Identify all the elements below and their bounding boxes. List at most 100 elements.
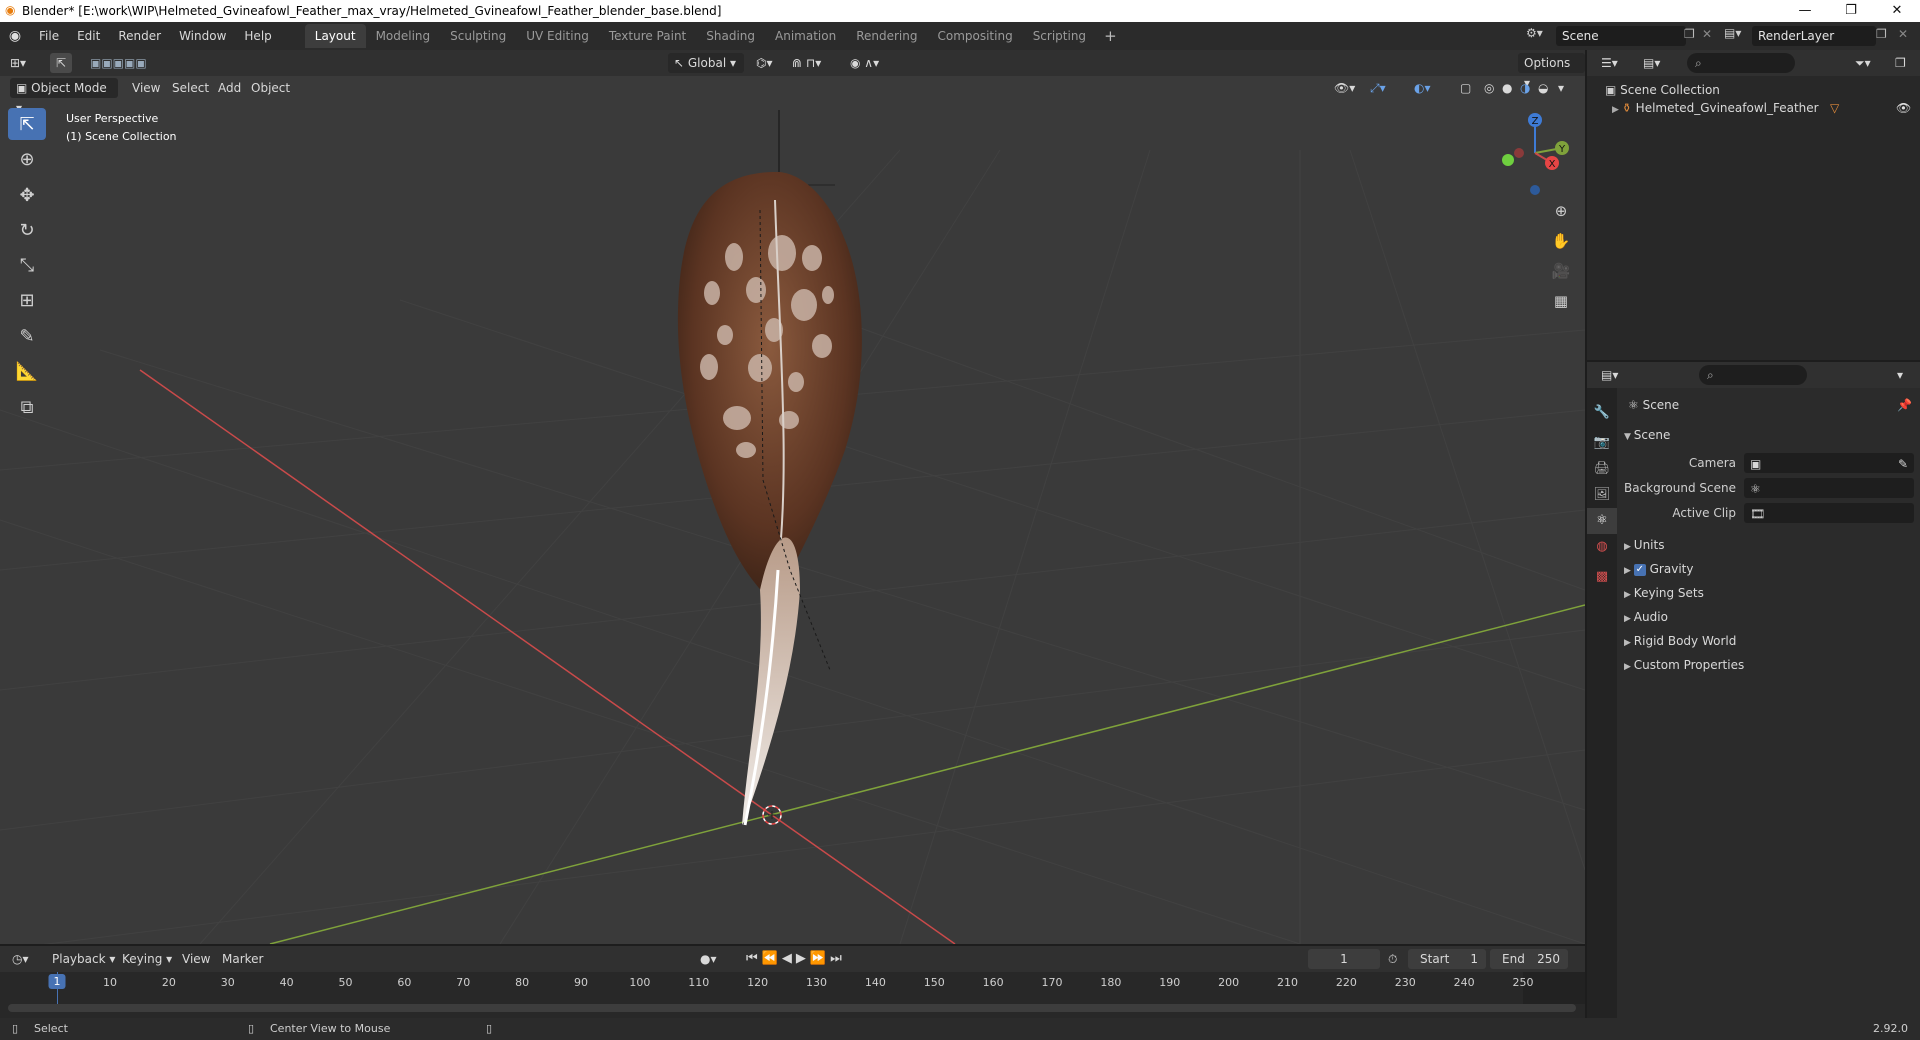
- material-shading-icon[interactable]: ◑: [1520, 78, 1530, 98]
- scene-panel-header[interactable]: ▼ Scene: [1620, 424, 1916, 446]
- eyedropper-icon[interactable]: ✎: [1898, 453, 1908, 475]
- annotate-tool[interactable]: ✎: [8, 320, 46, 352]
- scene-tab-icon[interactable]: ⚛: [1587, 508, 1617, 534]
- gravity-section[interactable]: ▶ ✓ Gravity: [1620, 558, 1916, 580]
- filter-icon[interactable]: ⏷▾: [1855, 53, 1871, 73]
- menu-help[interactable]: Help: [235, 23, 280, 49]
- properties-editor-type-icon[interactable]: ▤▾: [1601, 365, 1618, 385]
- minimize-button[interactable]: —: [1782, 0, 1828, 22]
- menu-select[interactable]: Select: [172, 78, 209, 98]
- tool-tab-icon[interactable]: 🔧: [1587, 400, 1617, 426]
- tab-animation[interactable]: Animation: [765, 24, 846, 48]
- menu-view[interactable]: View: [132, 78, 160, 98]
- tab-texture-paint[interactable]: Texture Paint: [599, 24, 696, 48]
- pin-icon[interactable]: 📌: [1897, 394, 1912, 416]
- display-mode-icon[interactable]: ▤▾: [1643, 53, 1660, 73]
- timeline-menu-view[interactable]: View: [182, 949, 210, 969]
- clock-icon[interactable]: ⏱: [1388, 949, 1397, 969]
- options-dropdown[interactable]: Options ▾: [1518, 53, 1585, 90]
- shading-options-icon[interactable]: ▾: [1558, 78, 1564, 98]
- add-cube-tool[interactable]: ⧉: [8, 391, 46, 423]
- outliner-editor-type-icon[interactable]: ☰▾: [1601, 53, 1618, 73]
- mode-dropdown[interactable]: ▣ Object Mode ▾: [10, 78, 118, 115]
- solid-shading-icon[interactable]: ●: [1502, 78, 1512, 98]
- delete-view-layer-icon[interactable]: ✕: [1898, 27, 1908, 41]
- tab-layout[interactable]: Layout: [304, 24, 366, 48]
- delete-scene-icon[interactable]: ✕: [1702, 27, 1712, 41]
- start-frame-field[interactable]: Start 1: [1408, 949, 1486, 969]
- menu-render[interactable]: Render: [109, 23, 170, 49]
- camera-view-icon[interactable]: 🎥: [1548, 256, 1574, 286]
- view-layer-tab-icon[interactable]: 🖼: [1587, 482, 1617, 508]
- end-frame-field[interactable]: End 250: [1490, 949, 1568, 969]
- rigid-body-world-section[interactable]: ▶ Rigid Body World: [1620, 630, 1916, 652]
- outliner-root-row[interactable]: ▣ Scene Collection: [1605, 80, 1915, 100]
- timeline-scrollbar[interactable]: [8, 1004, 1576, 1012]
- scene-selector-icon[interactable]: ⚙▾: [1526, 26, 1543, 40]
- overlay-toggle-icon[interactable]: ◐▾: [1414, 78, 1431, 98]
- new-scene-icon[interactable]: ❐: [1684, 27, 1695, 41]
- transform-tool[interactable]: ⊞: [8, 284, 46, 316]
- texture-tab-icon[interactable]: ▩: [1587, 564, 1617, 590]
- proportional-edit-icon[interactable]: ◉ ∧▾: [850, 53, 879, 73]
- current-frame-field[interactable]: 1: [1308, 949, 1380, 969]
- expand-arrow-icon[interactable]: ▶: [1612, 105, 1622, 115]
- visibility-icon[interactable]: 👁▾: [1334, 78, 1355, 98]
- tab-scripting[interactable]: Scripting: [1023, 24, 1096, 48]
- navigation-gizmo[interactable]: Z Y X: [1490, 108, 1580, 198]
- select-box-tool[interactable]: ⇱: [8, 108, 46, 140]
- background-scene-field[interactable]: ⚛: [1744, 478, 1914, 498]
- snap-icon[interactable]: ⋒ ⊓▾: [792, 53, 821, 73]
- selection-mode-icons[interactable]: ▣▣▣▣▣: [90, 53, 147, 73]
- rendered-shading-icon[interactable]: ◒: [1538, 78, 1548, 98]
- new-collection-icon[interactable]: ❐: [1895, 53, 1906, 73]
- pivot-icon[interactable]: ⌬▾: [756, 53, 773, 73]
- cursor-tool[interactable]: ⊕: [8, 143, 46, 175]
- render-tab-icon[interactable]: 📷: [1587, 430, 1617, 456]
- select-tool-icon[interactable]: ⇱: [50, 53, 72, 73]
- world-tab-icon[interactable]: ◍: [1587, 534, 1617, 560]
- active-clip-field[interactable]: 🎞: [1744, 503, 1914, 523]
- xray-icon[interactable]: ▢: [1460, 78, 1471, 98]
- menu-marker[interactable]: Marker: [222, 949, 263, 969]
- transform-orientation-dropdown[interactable]: ↖ Global ▾: [668, 53, 744, 73]
- maximize-button[interactable]: ❐: [1828, 0, 1874, 22]
- menu-window[interactable]: Window: [170, 23, 235, 49]
- new-view-layer-icon[interactable]: ❐: [1876, 27, 1887, 41]
- units-section[interactable]: ▶ Units: [1620, 534, 1916, 556]
- tab-uv-editing[interactable]: UV Editing: [516, 24, 599, 48]
- menu-object[interactable]: Object: [251, 78, 290, 98]
- properties-search-input[interactable]: ⌕: [1699, 365, 1807, 385]
- 3d-viewport[interactable]: Z Y X ⊕ ✋ 🎥 ▦ User Perspective (1) Scene…: [0, 50, 1585, 944]
- wireframe-shading-icon[interactable]: ◎: [1484, 78, 1494, 98]
- blender-menu-icon[interactable]: ◉: [0, 28, 30, 44]
- menu-edit[interactable]: Edit: [68, 23, 109, 49]
- measure-tool[interactable]: 📐: [8, 355, 46, 387]
- timeline-editor-type-icon[interactable]: ◷▾: [12, 949, 29, 969]
- custom-properties-section[interactable]: ▶ Custom Properties: [1620, 654, 1916, 676]
- close-window-button[interactable]: ✕: [1874, 0, 1920, 22]
- output-tab-icon[interactable]: 🖨: [1587, 456, 1617, 482]
- scene-name-field[interactable]: Scene: [1556, 26, 1686, 46]
- camera-field[interactable]: ▣ ✎: [1744, 453, 1914, 473]
- tab-compositing[interactable]: Compositing: [927, 24, 1022, 48]
- tab-rendering[interactable]: Rendering: [846, 24, 927, 48]
- scale-tool[interactable]: ⤡: [8, 249, 46, 281]
- outliner-object-row[interactable]: ▶ ⚱ Helmeted_Gvineafowl_Feather ▽ 👁: [1612, 98, 1918, 118]
- ortho-grid-icon[interactable]: ▦: [1548, 286, 1574, 316]
- tab-modeling[interactable]: Modeling: [366, 24, 441, 48]
- gravity-checkbox[interactable]: ✓: [1633, 563, 1646, 576]
- move-tool[interactable]: ✥: [8, 179, 46, 211]
- menu-file[interactable]: File: [30, 23, 68, 49]
- menu-add[interactable]: Add: [218, 78, 241, 98]
- zoom-icon[interactable]: ⊕: [1548, 196, 1574, 226]
- add-workspace-icon[interactable]: +: [1096, 27, 1125, 45]
- menu-keying[interactable]: Keying ▾: [122, 949, 172, 969]
- tab-shading[interactable]: Shading: [696, 24, 765, 48]
- editor-type-icon[interactable]: ⊞▾: [10, 53, 26, 73]
- playback-controls[interactable]: ⏮⏪◀▶⏩⏭: [746, 949, 846, 969]
- rotate-tool[interactable]: ↻: [8, 214, 46, 246]
- keying-sets-section[interactable]: ▶ Keying Sets: [1620, 582, 1916, 604]
- pan-hand-icon[interactable]: ✋: [1548, 226, 1574, 256]
- eye-icon[interactable]: 👁: [1896, 98, 1911, 118]
